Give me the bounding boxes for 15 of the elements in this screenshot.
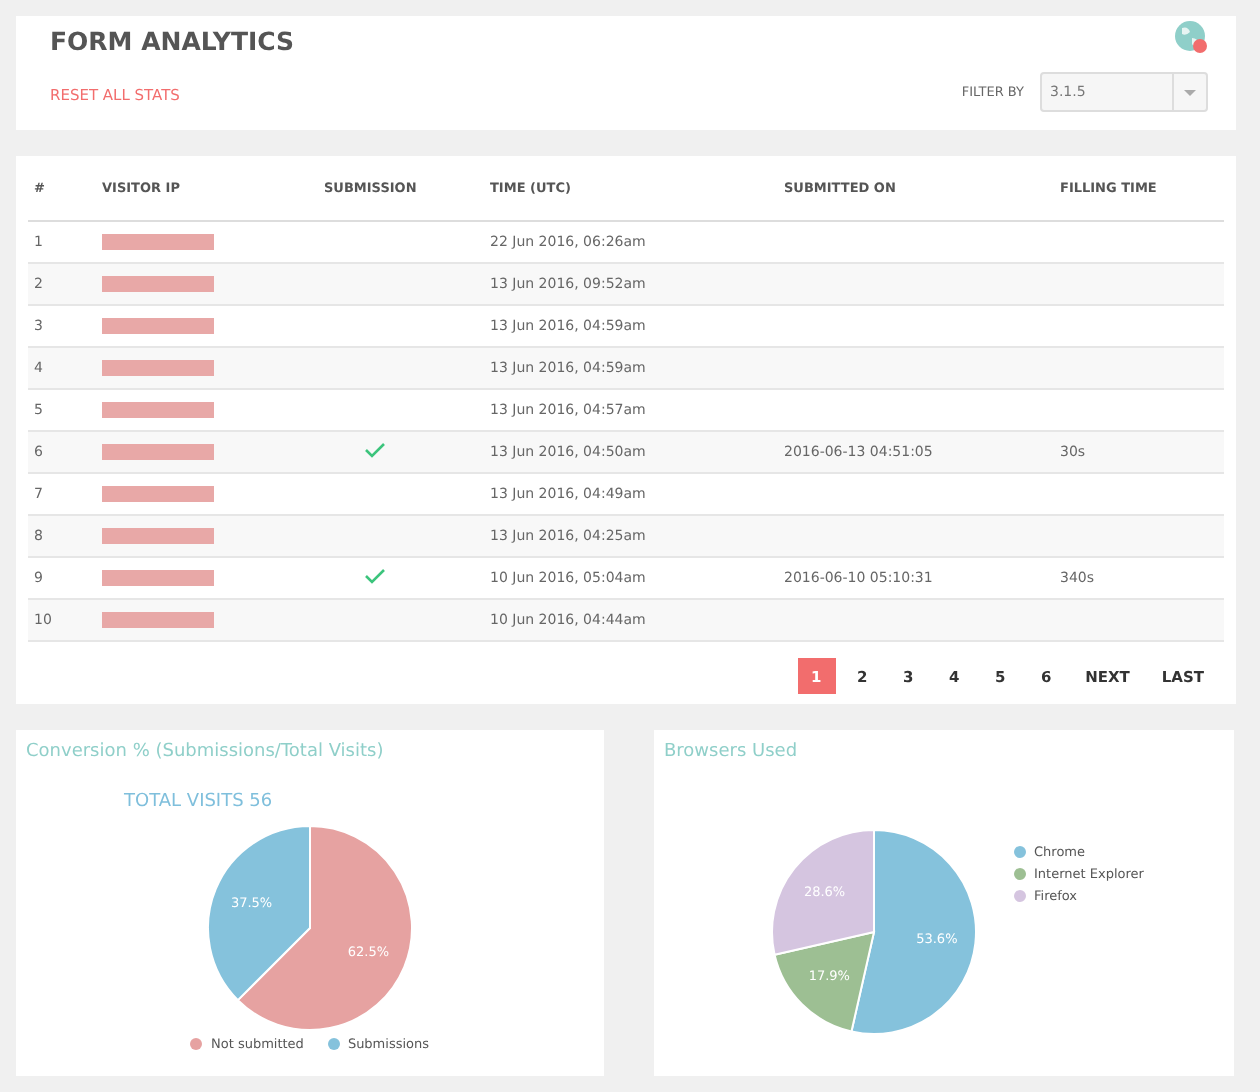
globe-icon[interactable] — [1174, 20, 1208, 54]
chart-title: Conversion % (Submissions/Total Visits) — [24, 740, 386, 762]
chart-title: Browsers Used — [662, 740, 800, 762]
redacted-ip — [102, 570, 214, 586]
redacted-ip — [102, 318, 214, 334]
redacted-ip — [102, 444, 214, 460]
total-visits: TOTAL VISITS 56 — [122, 790, 275, 812]
redacted-ip — [102, 234, 214, 250]
redacted-ip — [102, 360, 214, 376]
redacted-ip — [102, 486, 214, 502]
page-title: FORM ANALYTICS — [50, 26, 295, 56]
redacted-ip — [102, 612, 214, 628]
redacted-ip — [102, 528, 214, 544]
redacted-ip — [102, 276, 214, 292]
redacted-ip — [102, 402, 214, 418]
